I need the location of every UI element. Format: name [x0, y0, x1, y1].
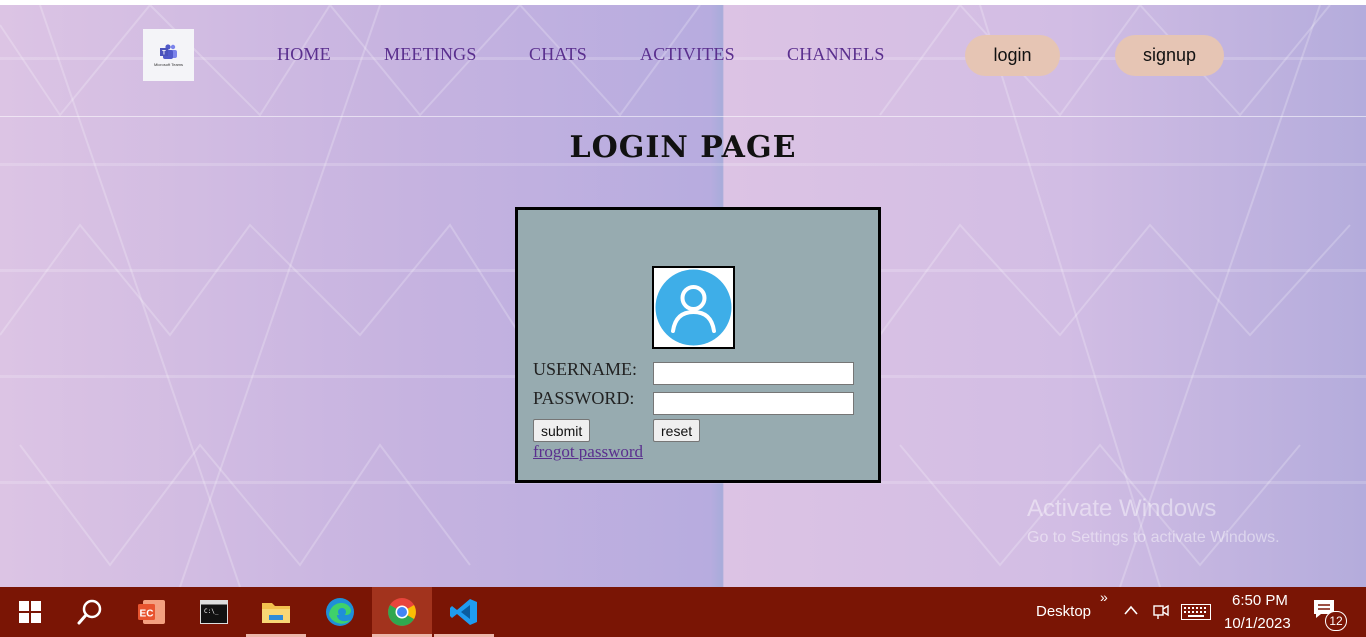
search-button[interactable]: [60, 587, 120, 637]
username-label: USERNAME:: [533, 359, 638, 379]
powerpoint-icon: EC: [138, 600, 165, 624]
nav-activites-link[interactable]: ACTIVITES: [640, 44, 735, 65]
login-button[interactable]: login: [965, 35, 1060, 76]
chrome-icon: [388, 598, 416, 626]
meet-now-icon[interactable]: [1153, 602, 1169, 620]
reset-button[interactable]: reset: [653, 419, 701, 442]
vscode-icon: [450, 599, 477, 625]
vscode-app[interactable]: [434, 587, 494, 637]
password-label: PASSWORD:: [533, 388, 635, 408]
windows-start-button[interactable]: [0, 587, 60, 637]
taskbar: EC C:\_ Desktop » 6:50 PM 10/1/2023 12: [0, 587, 1366, 637]
file-explorer-icon: [262, 603, 290, 623]
nav-channels-link[interactable]: CHANNELS: [787, 44, 885, 65]
toolbar-overflow-icon[interactable]: »: [1100, 589, 1108, 605]
page-title: LOGIN PAGE: [569, 130, 797, 165]
svg-text:C:\_: C:\_: [204, 608, 219, 615]
signup-button[interactable]: signup: [1115, 35, 1224, 76]
user-avatar: [652, 266, 735, 349]
forgot-password-link[interactable]: frogot password: [533, 442, 643, 462]
svg-text:T: T: [162, 50, 166, 56]
clock-date[interactable]: 10/1/2023: [1224, 615, 1291, 632]
edge-icon: [326, 598, 354, 626]
edge-app[interactable]: [310, 587, 370, 637]
submit-button[interactable]: submit: [533, 419, 591, 442]
nav-meetings-link[interactable]: MEETINGS: [384, 44, 477, 65]
chrome-app[interactable]: [372, 587, 432, 637]
notification-count-badge: 12: [1325, 611, 1347, 631]
nav-chats-link[interactable]: CHATS: [529, 44, 587, 65]
desktop-toolbar-label[interactable]: Desktop: [1036, 603, 1091, 620]
password-input[interactable]: [653, 392, 854, 415]
notifications-button[interactable]: 12: [1313, 599, 1349, 633]
teams-logo-icon: T: [159, 43, 177, 59]
svg-text:EC: EC: [140, 609, 154, 620]
user-avatar-icon: [655, 269, 732, 346]
keyboard-icon[interactable]: [1181, 604, 1211, 620]
terminal-icon: C:\_: [200, 600, 228, 624]
chevron-up-icon[interactable]: [1123, 604, 1139, 616]
login-form: USERNAME: PASSWORD: submit reset frogot …: [515, 207, 881, 483]
header-divider: [0, 116, 1366, 117]
clock-time[interactable]: 6:50 PM: [1232, 592, 1288, 609]
nav-home-link[interactable]: HOME: [277, 44, 331, 65]
activate-windows-title: Activate Windows: [1027, 495, 1217, 522]
logo-text: Microsoft Teams: [153, 61, 184, 67]
username-input[interactable]: [653, 362, 854, 385]
windows-start-icon: [19, 601, 41, 623]
file-explorer-app[interactable]: [246, 587, 306, 637]
teams-logo[interactable]: T Microsoft Teams: [143, 29, 194, 81]
activate-windows-subtitle: Go to Settings to activate Windows.: [1027, 529, 1280, 546]
search-icon: [77, 599, 102, 625]
powerpoint-app[interactable]: EC: [122, 587, 182, 637]
terminal-app[interactable]: C:\_: [184, 587, 244, 637]
